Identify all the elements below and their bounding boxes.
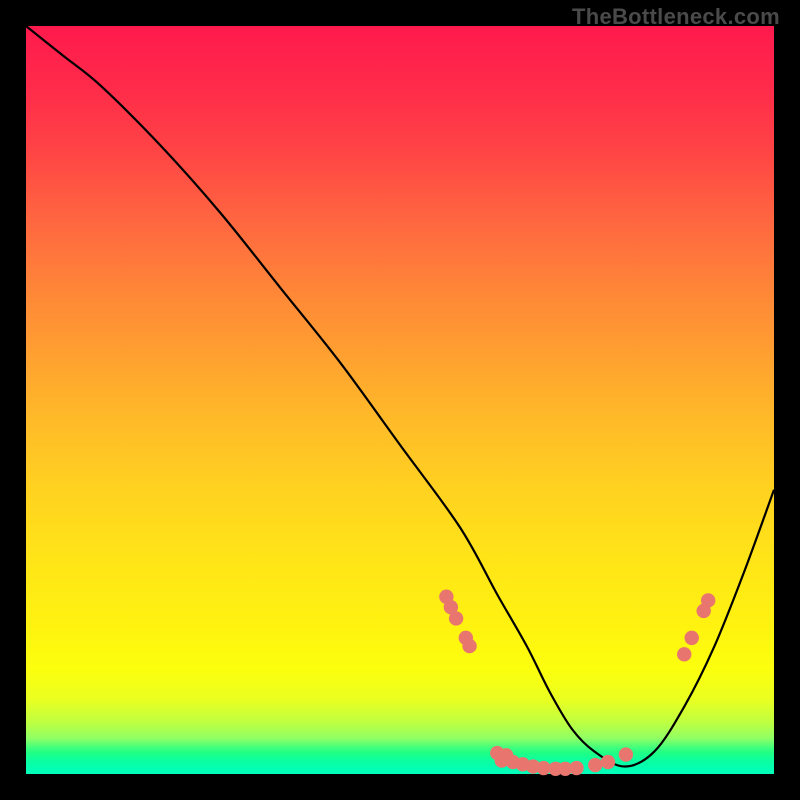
data-point (588, 758, 602, 772)
watermark-text: TheBottleneck.com (572, 4, 780, 30)
data-points-group (439, 590, 715, 776)
data-point (601, 755, 615, 769)
data-point (619, 747, 633, 761)
bottleneck-curve (26, 26, 774, 767)
data-point (701, 593, 715, 607)
data-point (569, 761, 583, 775)
data-point (462, 639, 476, 653)
data-point (685, 631, 699, 645)
data-point (677, 647, 691, 661)
chart-plot-area (26, 26, 774, 774)
data-point (449, 611, 463, 625)
chart-svg (26, 26, 774, 774)
